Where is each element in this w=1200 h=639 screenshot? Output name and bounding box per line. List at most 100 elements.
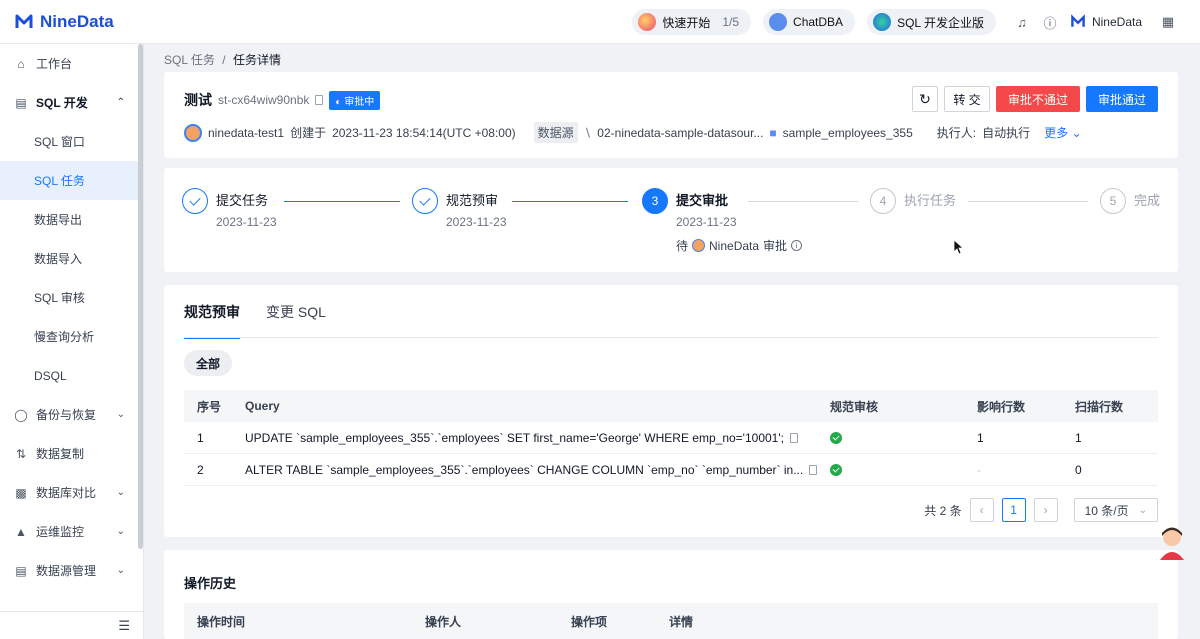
step-precheck: 规范预审 2023-11-23 (412, 188, 507, 229)
sql-dev-icon: ▤ (15, 95, 27, 110)
reject-button[interactable]: 审批不通过 (996, 86, 1080, 112)
step-date: 2023-11-23 (216, 215, 277, 229)
column-header: 扫描行数 (1075, 399, 1124, 414)
column-header: 详情 (669, 614, 694, 629)
history-card: 操作历史 操作时间 操作人 操作项 详情 (164, 550, 1178, 639)
pending-suffix: 审批 (763, 239, 788, 253)
step-complete: 5 完成 (1100, 188, 1160, 214)
sidebar-item-monitor[interactable]: ▲ 运维监控 ⌄ (0, 512, 143, 551)
sidebar-item-dsql[interactable]: DSQL (0, 356, 143, 395)
affected-rows: 1 (977, 430, 984, 445)
breadcrumb-separator: / (222, 53, 226, 67)
copy-icon[interactable] (809, 464, 817, 475)
column-header: 操作人 (425, 614, 462, 629)
pagination-total: 共 2 条 (924, 503, 962, 518)
language-icon[interactable]: ▦ (1154, 14, 1182, 30)
help-icon[interactable]: ⓘ (1036, 13, 1064, 32)
sidebar-item-label: 数据库对比 (36, 486, 97, 500)
sidebar-item-backup[interactable]: ◯ 备份与恢复 ⌄ (0, 395, 143, 434)
info-icon[interactable]: i (791, 240, 803, 251)
collapse-menu-icon[interactable]: ☰ (118, 618, 130, 634)
step-date: 2023-11-23 (446, 215, 507, 229)
edition-button[interactable]: SQL 开发企业版 (867, 9, 996, 35)
sidebar-item-datasource[interactable]: ▤ 数据源管理 ⌄ (0, 551, 143, 590)
ai-icon (769, 13, 788, 31)
more-link[interactable]: 更多 ⌄ (1044, 124, 1081, 141)
step-connector (284, 201, 400, 202)
transfer-button[interactable]: 转 交 (944, 86, 990, 112)
prev-page-button[interactable]: ‹ (969, 498, 994, 522)
creator-name: ninedata-test1 (208, 125, 285, 140)
page-size-select[interactable]: 10 条/页 ⌄ (1073, 498, 1158, 522)
step-connector (968, 201, 1088, 202)
ninedata-logo-icon (15, 14, 33, 28)
copy-icon[interactable] (315, 95, 324, 105)
tab-precheck[interactable]: 规范预审 (184, 302, 240, 339)
chevron-down-icon: ⌄ (116, 526, 125, 537)
next-page-button[interactable]: › (1033, 498, 1058, 522)
tabs-divider (184, 337, 1158, 338)
sidebar-item-workbench[interactable]: ⌂ 工作台 (0, 44, 143, 83)
sidebar-scrollbar[interactable] (138, 44, 143, 549)
copy-icon[interactable] (789, 432, 798, 443)
table-row: 1 UPDATE `sample_employees_355`.`employe… (184, 422, 1158, 454)
chevron-up-icon: ⌃ (116, 97, 125, 108)
task-name: 测试 (184, 92, 212, 108)
status-badge: ◐ 审批中 (329, 90, 381, 110)
top-bar: NineData 快速开始 1/5 ChatDBA SQL 开发企业版 ♫ ⓘ … (0, 0, 1200, 44)
step-submit-task: 提交任务 2023-11-23 (182, 188, 277, 229)
query-cell: ALTER TABLE `sample_employees_355`.`empl… (232, 463, 817, 477)
created-time: 2023-11-23 18:54:14(UTC +08:00) (332, 125, 516, 140)
tab-change-sql[interactable]: 变更 SQL (266, 302, 326, 339)
scanned-rows: 0 (1075, 462, 1082, 477)
sidebar-item-compare[interactable]: ▩ 数据库对比 ⌄ (0, 473, 143, 512)
sidebar: ⌂ 工作台 ▤ SQL 开发 ⌃ SQL 窗口 SQL 任务 数据导出 数据导入 SQ… (0, 44, 144, 639)
sidebar-item-sql-dev[interactable]: ▤ SQL 开发 ⌃ (0, 83, 143, 122)
sidebar-item-data-export[interactable]: 数据导出 (0, 200, 143, 239)
sidebar-item-data-import[interactable]: 数据导入 (0, 239, 143, 278)
brand-name: NineData (40, 11, 114, 31)
datasource-tag: 数据源 (533, 122, 578, 143)
check-icon (182, 188, 208, 214)
page-number-button[interactable]: 1 (1001, 498, 1026, 522)
sidebar-item-replication[interactable]: ⇅ 数据复制 (0, 434, 143, 473)
user-menu[interactable]: NineData (1070, 14, 1142, 30)
brand-logo[interactable]: NineData (14, 12, 114, 32)
database-name[interactable]: sample_employees_355 (783, 126, 913, 140)
chatdba-button[interactable]: ChatDBA (763, 9, 856, 35)
step-title: 完成 (1134, 193, 1161, 208)
status-badge-label: 审批中 (344, 96, 375, 108)
step-number: 3 (642, 188, 668, 214)
sidebar-item-sql-window[interactable]: SQL 窗口 (0, 122, 143, 161)
sidebar-item-slow-query[interactable]: 慢查询分析 (0, 317, 143, 356)
step-title: 提交审批 (676, 193, 729, 208)
success-icon (830, 431, 842, 444)
row-number: 1 (197, 430, 204, 445)
column-header: 操作时间 (197, 614, 246, 629)
page-size-value: 10 条/页 (1084, 503, 1129, 518)
sidebar-item-label: 数据导入 (34, 252, 83, 266)
bell-icon[interactable]: ♫ (1008, 15, 1036, 30)
query-text: ALTER TABLE `sample_employees_355`.`empl… (245, 462, 804, 477)
breadcrumb: SQL 任务 / 任务详情 (164, 51, 281, 68)
user-logo-icon (1071, 14, 1085, 27)
progress-steps-card: 提交任务 2023-11-23 规范预审 2023-11-23 3 提交审批 2… (164, 168, 1178, 272)
filter-all-chip[interactable]: 全部 (184, 350, 233, 376)
approve-button[interactable]: 审批通过 (1086, 86, 1158, 112)
chevron-down-icon: ⌄ (116, 565, 125, 576)
refresh-button[interactable]: ↻ (912, 86, 938, 112)
history-title: 操作历史 (184, 576, 237, 591)
sidebar-item-label: 备份与恢复 (36, 408, 97, 422)
datasource-name[interactable]: 02-ninedata-sample-datasour... (597, 126, 763, 140)
breadcrumb-parent[interactable]: SQL 任务 (164, 53, 215, 67)
executor-label: 执行人: (936, 126, 977, 140)
sidebar-item-sql-review[interactable]: SQL 审核 (0, 278, 143, 317)
monitor-icon: ▲ (15, 524, 27, 539)
home-icon: ⌂ (17, 56, 25, 71)
quickstart-button[interactable]: 快速开始 1/5 (632, 9, 752, 35)
column-header: 规范审核 (830, 399, 879, 414)
success-icon (830, 463, 842, 476)
review-card: 规范预审 变更 SQL 全部 序号 Query 规范审核 影响行数 扫描行数 1… (164, 285, 1178, 537)
sidebar-item-sql-task[interactable]: SQL 任务 (0, 161, 143, 200)
assistant-avatar-icon[interactable] (1156, 524, 1188, 562)
